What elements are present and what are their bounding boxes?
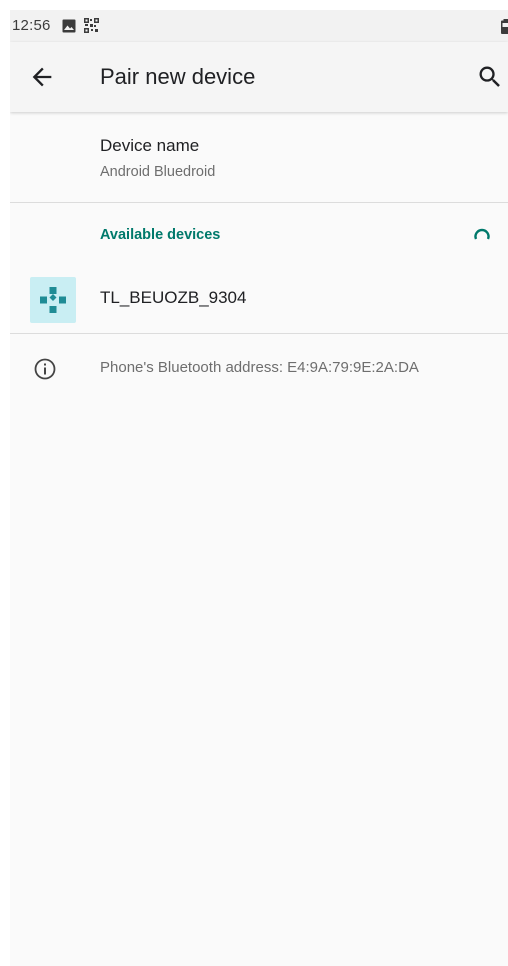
page-title: Pair new device <box>100 64 256 89</box>
app-bar: Pair new device <box>10 42 508 112</box>
device-list-item[interactable]: TL_BEUOZB_9304 <box>10 262 508 332</box>
status-time: 12:56 <box>12 17 51 34</box>
battery-icon <box>501 19 508 34</box>
device-name-label: TL_BEUOZB_9304 <box>100 288 247 307</box>
device-name-summary: Android Bluedroid <box>100 164 216 180</box>
scanning-spinner-icon <box>474 228 490 240</box>
screen: 12:56 Pair new device Device name Androi… <box>10 10 508 966</box>
image-icon <box>62 19 76 33</box>
status-bar: 12:56 <box>10 10 508 42</box>
device-icon-container <box>30 277 76 323</box>
divider <box>10 333 508 334</box>
info-icon <box>34 358 56 380</box>
qr-code-icon <box>84 18 99 33</box>
device-name-title: Device name <box>100 136 200 155</box>
search-icon[interactable] <box>476 63 504 91</box>
available-devices-header: Available devices <box>100 227 221 243</box>
bluetooth-address-text: Phone's Bluetooth address: E4:9A:79:9E:2… <box>100 359 419 376</box>
gamepad-icon <box>40 287 66 313</box>
device-name-preference[interactable]: Device name Android Bluedroid <box>10 112 508 202</box>
arrow-back-icon[interactable] <box>28 63 56 91</box>
divider <box>10 202 508 203</box>
